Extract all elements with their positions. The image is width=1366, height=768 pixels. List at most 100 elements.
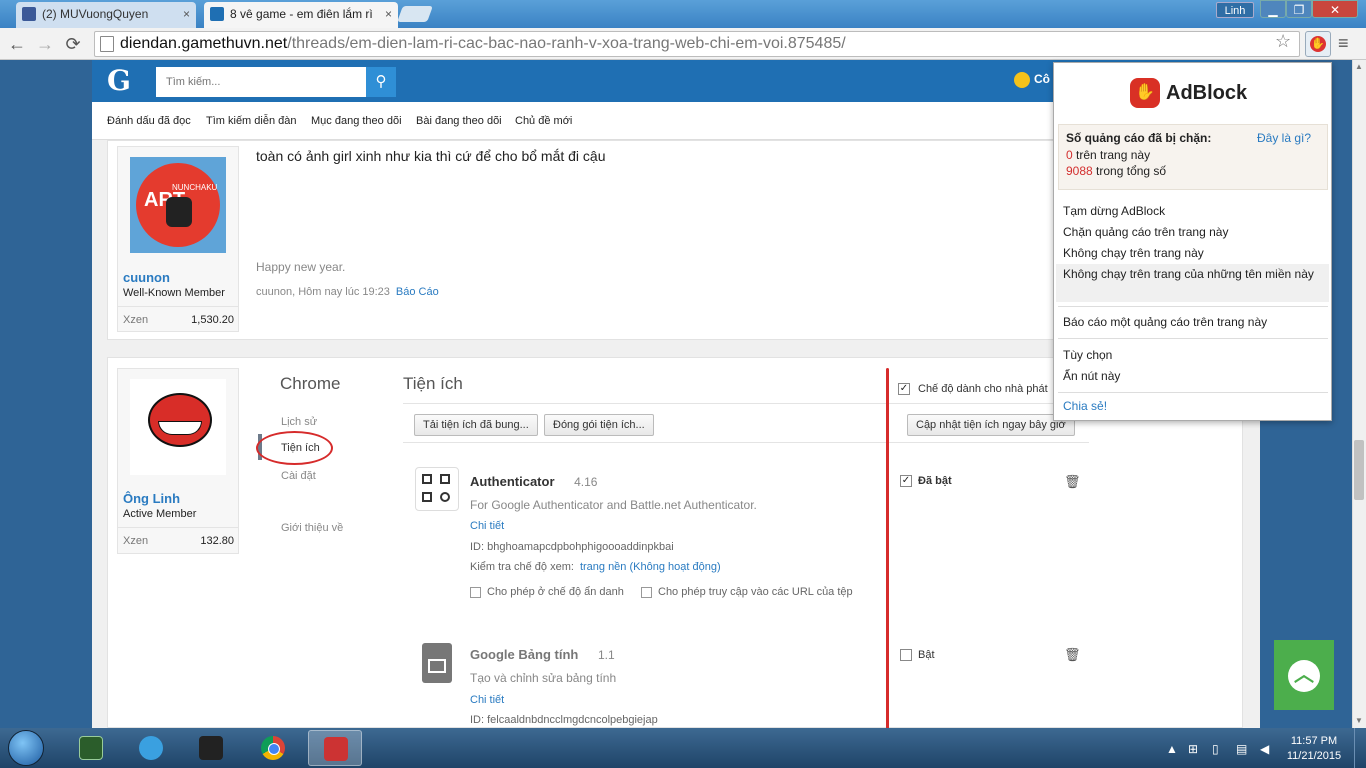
enabled-label: Đã bật — [918, 475, 952, 487]
bookmark-star-icon[interactable]: ☆ — [1275, 31, 1291, 52]
scroll-top-button[interactable]: ︿ — [1274, 640, 1334, 710]
back-arrow-icon[interactable]: ← — [6, 33, 28, 55]
network-icon[interactable]: ▤ — [1236, 742, 1247, 756]
red-circle-annotation — [256, 431, 333, 465]
xzen-value: 1,530.20 — [191, 314, 234, 326]
post-signature: Happy new year. — [256, 260, 346, 274]
close-window-button[interactable]: ✕ — [1312, 0, 1358, 18]
checkbox — [470, 586, 481, 598]
url-domain: diendan.gamethuvn.net — [120, 35, 288, 52]
show-desktop-button[interactable] — [1354, 728, 1366, 768]
username[interactable]: cuunon — [123, 270, 170, 285]
dev-mode-checkbox: ✓ — [898, 383, 910, 395]
qr-code-icon — [415, 467, 459, 511]
menu-dont-run-on-domain[interactable]: Không chạy trên trang của những tên miền… — [1063, 267, 1323, 282]
adblock-popup — [1053, 62, 1332, 421]
system-clock[interactable]: 11:57 PM 11/21/2015 — [1284, 734, 1344, 764]
subnav-watched-threads[interactable]: Bài đang theo dõi — [416, 115, 502, 127]
adblock-extension-button[interactable]: ✋ — [1305, 31, 1331, 57]
enabled-label: Bật — [918, 649, 935, 661]
taskbar-app-mu[interactable] — [184, 730, 238, 766]
url-path: /threads/em-dien-lam-ri-cac-bac-nao-ranh… — [287, 35, 846, 52]
extension-description: Tạo và chỉnh sửa bảng tính — [470, 671, 617, 685]
mu-game-icon — [199, 736, 223, 760]
user-menu[interactable]: Cô — [1014, 72, 1050, 88]
extension-details-link: Chi tiết — [470, 520, 505, 532]
close-icon[interactable]: × — [385, 2, 392, 26]
file-icon[interactable]: ▯ — [1212, 742, 1219, 756]
inspect-views: Kiểm tra chế độ xem: trang nền (Không hoạ… — [470, 561, 721, 573]
chrome-nav-history: Lịch sử — [281, 416, 318, 428]
scroll-up-arrow[interactable]: ▲ — [1352, 62, 1366, 71]
divider — [117, 306, 239, 307]
extension-version: 1.1 — [597, 648, 615, 662]
avatar-small-text: NUNCHAKU — [172, 183, 218, 192]
post-author-date: cuunon, Hôm nay lúc 19:23 — [256, 286, 390, 298]
volume-icon[interactable]: ◀ — [1260, 742, 1269, 756]
taskbar-app-ie[interactable] — [124, 730, 178, 766]
taskbar-app-game[interactable] — [308, 730, 362, 766]
windows-icon[interactable]: ⊞ — [1188, 742, 1198, 756]
taskbar-app-chrome[interactable] — [246, 730, 300, 766]
background-page-link: trang nền (Không hoạt động) — [579, 561, 721, 573]
adblock-icon: ✋ — [1310, 36, 1326, 52]
avatar[interactable] — [130, 379, 226, 475]
avatar[interactable]: ART NUNCHAKU — [130, 157, 226, 253]
chevron-up-icon: ︿ — [1288, 660, 1320, 692]
menu-hide-button[interactable]: Ẩn nút này — [1063, 369, 1120, 383]
user-title: Active Member — [123, 508, 197, 520]
page-blocked-count: 0 trên trang này — [1066, 148, 1151, 162]
dev-mode-label: Chế độ dành cho nhà phát — [918, 383, 1048, 395]
search-icon[interactable]: ⚲ — [366, 67, 396, 97]
chrome-menu-icon[interactable]: ≡ — [1338, 33, 1349, 54]
chrome-icon — [261, 736, 285, 760]
incognito-option: Cho phép ở chế độ ẩn danh — [470, 586, 624, 598]
report-link[interactable]: Báo Cáo — [396, 286, 439, 298]
menu-pause-adblock[interactable]: Tạm dừng AdBlock — [1063, 204, 1165, 218]
divider — [1058, 392, 1328, 393]
menu-block-ad-on-page[interactable]: Chặn quảng cáo trên trang này — [1063, 225, 1228, 239]
search-input[interactable] — [156, 67, 366, 97]
tab-gamethuvn[interactable]: 8 vê game - em điên lắm rì × — [204, 2, 398, 28]
username[interactable]: Ông Linh — [123, 491, 180, 506]
subnav-watched-items[interactable]: Mục đang theo dõi — [311, 115, 402, 127]
extension-id: ID: felcaaldnbdncclmgdcncolpebgiejap — [470, 714, 658, 726]
taskbar-app-monitor[interactable] — [64, 730, 118, 766]
scroll-down-arrow[interactable]: ▼ — [1352, 716, 1366, 725]
tab-muvuongquyen[interactable]: (2) MUVuongQuyen × — [16, 2, 196, 28]
xzen-value: 132.80 — [200, 535, 234, 547]
subnav-new-threads[interactable]: Chủ đề mới — [515, 115, 572, 127]
scrollbar-thumb[interactable] — [1354, 440, 1364, 500]
extension-id: ID: bhghoamapcdpbohphigoooaddinpkbai — [470, 541, 674, 553]
checkbox — [641, 586, 652, 598]
divider — [403, 442, 1089, 443]
file-urls-option: Cho phép truy cập vào các URL của tệp — [641, 586, 853, 598]
tray-arrow-icon[interactable]: ▲ — [1166, 742, 1178, 756]
monitor-icon — [79, 736, 103, 760]
site-logo[interactable]: G — [107, 64, 131, 97]
scrollbar[interactable] — [1352, 60, 1366, 728]
new-tab-button[interactable] — [397, 6, 433, 22]
total-blocked-count: 9088 trong tổng số — [1066, 164, 1167, 178]
minimize-button[interactable]: ▁ — [1260, 0, 1286, 18]
subnav-search-forum[interactable]: Tìm kiếm diễn đàn — [206, 115, 296, 127]
reload-icon[interactable]: ⟳ — [62, 33, 84, 55]
extensions-title: Tiện ích — [403, 374, 463, 393]
subnav-mark-read[interactable]: Đánh dấu đã đọc — [107, 115, 191, 127]
menu-report-ad[interactable]: Báo cáo một quảng cáo trên trang này — [1063, 315, 1267, 329]
share-link[interactable]: Chia sẻ! — [1063, 399, 1107, 413]
extension-details-link: Chi tiết — [470, 694, 505, 706]
stats-heading: Số quảng cáo đã bị chặn: — [1066, 131, 1212, 145]
menu-dont-run-on-page[interactable]: Không chạy trên trang này — [1063, 246, 1204, 260]
adblock-title: AdBlock — [1166, 82, 1248, 104]
forward-arrow-icon[interactable]: → — [34, 33, 56, 55]
xzen-label: Xzen — [123, 535, 149, 547]
whats-this-link[interactable]: Đây là gì? — [1257, 131, 1311, 145]
profile-button[interactable]: Linh — [1216, 2, 1254, 18]
divider — [403, 403, 1089, 404]
gamethuvn-icon — [210, 7, 224, 21]
start-button[interactable] — [8, 730, 44, 766]
close-icon[interactable]: × — [183, 2, 190, 26]
menu-options[interactable]: Tùy chọn — [1063, 348, 1112, 362]
maximize-button[interactable]: ❐ — [1286, 0, 1312, 18]
